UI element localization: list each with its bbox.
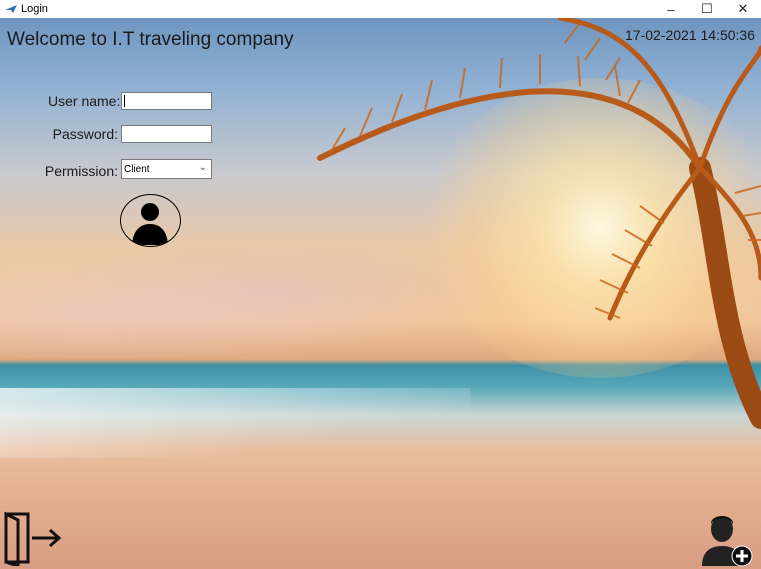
login-window: Login – ☐ ✕ Welcome to I.T traveling com…	[0, 0, 761, 569]
minimize-button[interactable]: –	[653, 0, 689, 18]
permission-label: Permission:	[44, 163, 118, 179]
chevron-down-icon: ⌄	[198, 162, 207, 173]
maximize-button[interactable]: ☐	[689, 0, 725, 18]
password-input[interactable]	[121, 125, 212, 143]
permission-select[interactable]: Client ⌄	[121, 159, 212, 179]
exit-door-icon	[4, 511, 62, 569]
exit-button[interactable]	[2, 510, 64, 569]
username-input[interactable]	[121, 92, 212, 110]
register-button[interactable]	[698, 512, 754, 568]
title-bar: Login – ☐ ✕	[0, 0, 761, 18]
permission-value: Client	[124, 163, 150, 175]
user-avatar-icon	[132, 203, 168, 246]
close-button[interactable]: ✕	[725, 0, 761, 18]
add-user-icon	[702, 516, 753, 567]
datetime-label: 17-02-2021 14:50:36	[625, 27, 755, 43]
beach-background: Welcome to I.T traveling company 17-02-2…	[0, 18, 761, 569]
window-title: Login	[21, 3, 48, 15]
window-controls: – ☐ ✕	[653, 0, 761, 18]
password-label: Password:	[52, 126, 118, 142]
welcome-heading: Welcome to I.T traveling company	[7, 29, 294, 50]
login-button[interactable]	[120, 194, 181, 247]
username-label: User name:	[48, 93, 121, 109]
plane-icon	[4, 2, 18, 16]
text-caret	[124, 95, 125, 107]
